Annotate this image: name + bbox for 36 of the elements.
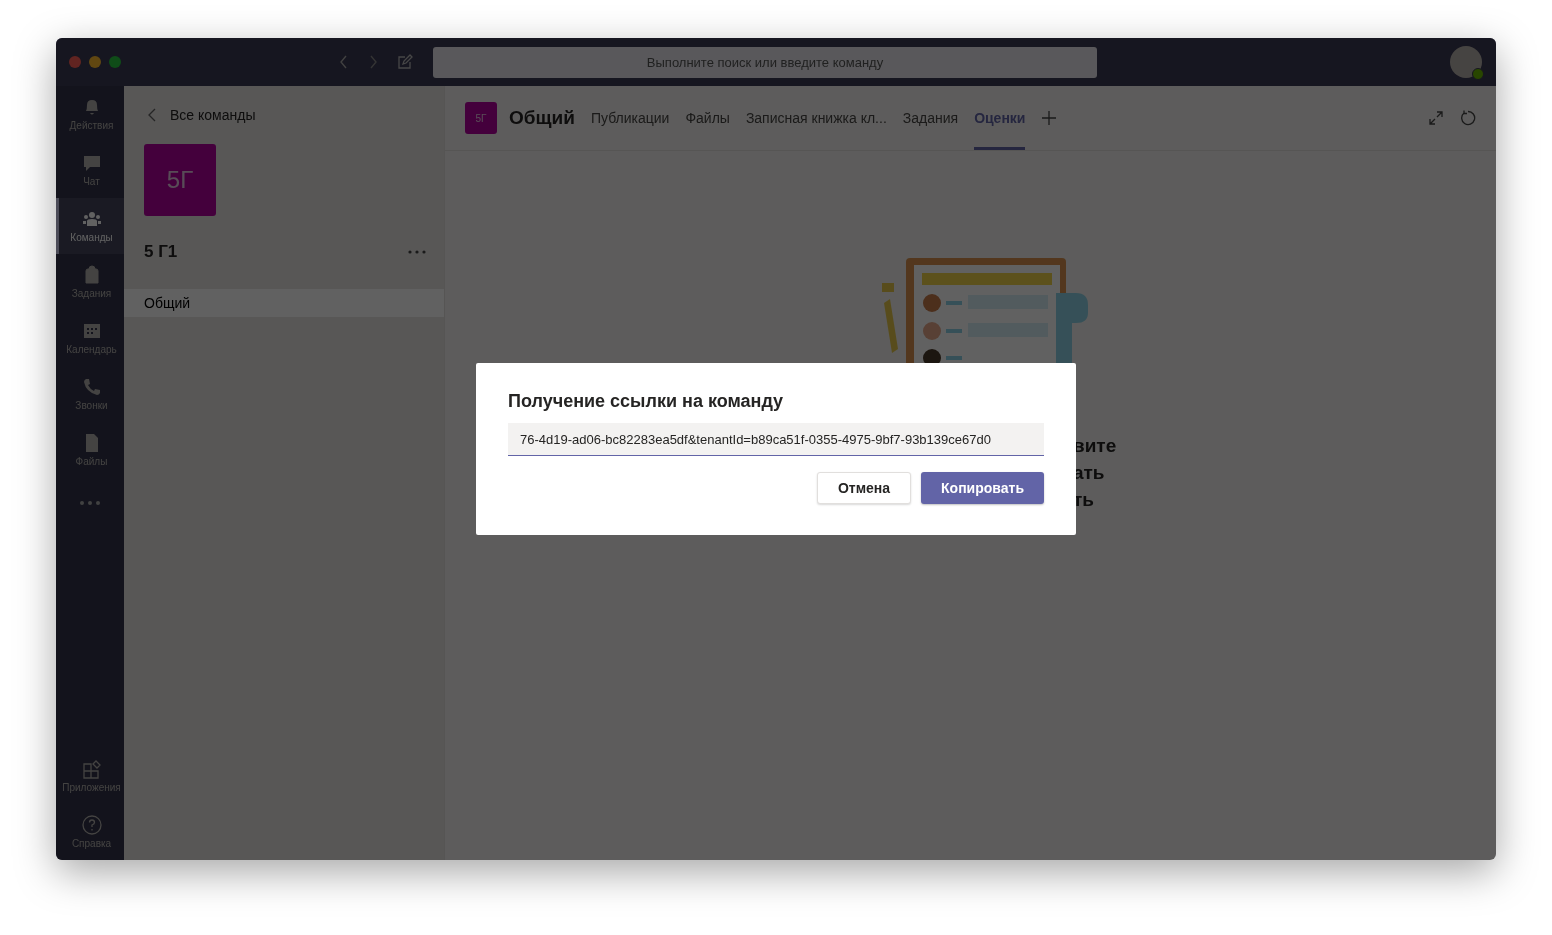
channel-tab[interactable]: Файлы — [685, 86, 730, 150]
dialog-title: Получение ссылки на команду — [508, 391, 785, 412]
channel-tab[interactable]: Оценки — [974, 86, 1026, 150]
search-field[interactable]: Выполните поиск или введите команду — [433, 46, 1097, 78]
link-field[interactable]: 76-4d19-ad06-bc82283ea5df&tenantId=b89ca51f-0355-4975-9bf7-93b139ce67d0 — [508, 423, 1044, 456]
compose-icon[interactable] — [397, 54, 413, 70]
chevron-left-icon — [148, 108, 156, 122]
help-icon — [81, 815, 102, 835]
empty-state-text: ть — [1073, 489, 1095, 511]
zoom-window-icon[interactable] — [109, 56, 121, 68]
teams-icon — [81, 209, 102, 229]
channel-tab[interactable]: Задания — [902, 86, 959, 150]
cancel-button[interactable]: Отмена — [816, 472, 912, 504]
status-available-icon — [1472, 68, 1484, 80]
refresh-icon[interactable] — [1460, 110, 1476, 126]
avatar[interactable] — [1450, 46, 1482, 78]
minimize-window-icon[interactable] — [89, 56, 101, 68]
close-window-icon[interactable] — [69, 56, 81, 68]
expand-icon[interactable] — [1428, 110, 1444, 126]
add-tab-icon[interactable] — [1041, 110, 1058, 126]
more-options-icon[interactable] — [408, 250, 426, 254]
channel-tab[interactable]: Публикации — [590, 86, 670, 150]
team-tile: 5Г — [144, 144, 216, 216]
apps-icon — [81, 759, 102, 779]
more-icon[interactable] — [79, 500, 101, 506]
channel-item[interactable]: Общий — [124, 289, 444, 317]
copy-button[interactable]: Копировать — [921, 472, 1044, 504]
channel-name: Общий — [509, 107, 575, 129]
phone-icon — [81, 377, 102, 397]
calendar-icon — [81, 321, 102, 341]
team-name: 5 Г1 — [144, 242, 178, 262]
chat-icon — [81, 153, 102, 173]
rail-item[interactable]: Команды — [56, 198, 124, 254]
all-teams-link[interactable]: Все команды — [124, 86, 444, 123]
team-tile: 5Г — [465, 102, 497, 134]
channel-tab[interactable]: Записная книжка кл... — [745, 86, 887, 150]
